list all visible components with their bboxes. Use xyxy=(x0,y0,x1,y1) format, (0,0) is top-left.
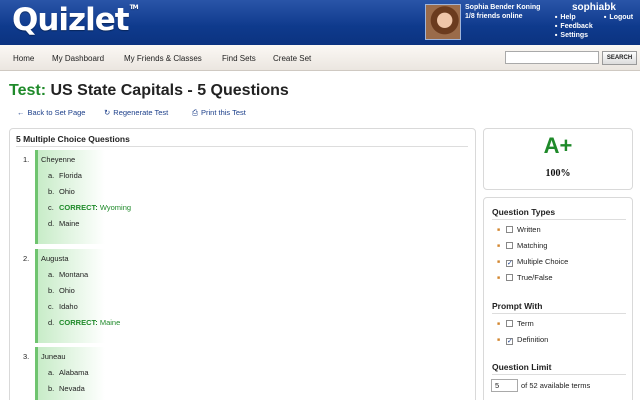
option-definition[interactable]: ■ ✓ Definition xyxy=(497,335,548,345)
logout-link[interactable]: Logout xyxy=(604,14,633,21)
checkbox-term[interactable] xyxy=(506,320,514,327)
answer-option[interactable]: d. Maine xyxy=(48,219,79,228)
nav-home[interactable]: Home xyxy=(13,54,34,63)
print-test-link[interactable]: ⎙ Print this Test xyxy=(192,108,246,118)
back-to-set-link[interactable]: ← Back to Set Page xyxy=(17,108,85,117)
checkbox-matching[interactable] xyxy=(506,242,514,249)
question-term: Augusta xyxy=(41,254,69,263)
page-title: Test: US State Capitals - 5 Questions xyxy=(9,82,289,99)
prompt-with-title: Prompt With xyxy=(492,301,543,311)
answer-option[interactable]: b. Nevada xyxy=(48,384,85,393)
nav-my-dashboard[interactable]: My Dashboard xyxy=(52,54,104,63)
nav-find-sets[interactable]: Find Sets xyxy=(222,54,256,63)
question-term: Cheyenne xyxy=(41,155,76,164)
question-limit-input[interactable]: 5 xyxy=(491,379,518,392)
refresh-icon: ↻ xyxy=(104,108,111,117)
answer-option[interactable]: a. Florida xyxy=(48,171,82,180)
quizlet-logo[interactable]: QuizletTM xyxy=(12,2,139,38)
nav-friends-classes[interactable]: My Friends & Classes xyxy=(124,54,202,63)
user-full-name[interactable]: Sophia Bender Koning xyxy=(465,4,540,11)
bullet-icon: ■ xyxy=(497,337,501,343)
option-written[interactable]: ■ Written xyxy=(497,225,541,234)
printer-icon: ⎙ xyxy=(192,108,198,117)
checkbox-true-false[interactable] xyxy=(506,274,514,281)
option-multiple-choice[interactable]: ■ ✓ Multiple Choice xyxy=(497,257,568,267)
question-limit-text: of 52 available terms xyxy=(521,381,591,390)
settings-link[interactable]: Settings xyxy=(555,32,588,39)
question-highlight xyxy=(35,150,105,244)
divider xyxy=(492,219,626,220)
search-input[interactable] xyxy=(505,51,599,64)
avatar[interactable] xyxy=(425,4,461,40)
bullet-icon: ■ xyxy=(497,275,501,281)
divider xyxy=(16,146,468,147)
checkbox-multiple-choice[interactable]: ✓ xyxy=(506,260,514,267)
grade-letter: A+ xyxy=(543,133,573,158)
answer-option[interactable]: a. Montana xyxy=(48,270,88,279)
question-number: 3. xyxy=(23,352,30,361)
divider xyxy=(492,374,626,375)
left-arrow-icon: ← xyxy=(17,108,25,117)
question-term: Juneau xyxy=(41,352,66,361)
question-types-title: Question Types xyxy=(492,207,556,217)
answer-option[interactable]: b. Ohio xyxy=(48,286,75,295)
checkbox-written[interactable] xyxy=(506,226,514,233)
question-number: 2. xyxy=(23,254,30,263)
grade-percent: 100% xyxy=(545,168,571,179)
answer-option-correct[interactable]: d. CORRECT: Maine xyxy=(48,318,120,327)
regenerate-test-link[interactable]: ↻ Regenerate Test xyxy=(104,108,168,117)
question-limit-title: Question Limit xyxy=(492,362,552,372)
bullet-icon: ■ xyxy=(497,243,501,249)
option-matching[interactable]: ■ Matching xyxy=(497,241,547,250)
answer-option[interactable]: c. Idaho xyxy=(48,302,78,311)
bullet-icon: ■ xyxy=(497,227,501,233)
section-title: 5 Multiple Choice Questions xyxy=(16,134,130,144)
feedback-link[interactable]: Feedback xyxy=(555,23,592,30)
divider xyxy=(492,313,626,314)
question-highlight xyxy=(35,249,105,343)
option-term[interactable]: ■ Term xyxy=(497,319,534,328)
answer-option[interactable]: a. Alabama xyxy=(48,368,89,377)
answer-option[interactable]: b. Ohio xyxy=(48,187,75,196)
bullet-icon: ■ xyxy=(497,321,501,327)
friends-online[interactable]: 1/8 friends online xyxy=(465,13,523,20)
question-number: 1. xyxy=(23,155,30,164)
checkbox-definition[interactable]: ✓ xyxy=(506,338,514,345)
username[interactable]: sophiabk xyxy=(572,2,616,13)
option-true-false[interactable]: ■ True/False xyxy=(497,273,553,282)
search-button[interactable]: SEARCH xyxy=(602,51,637,65)
nav-create-set[interactable]: Create Set xyxy=(273,54,311,63)
bullet-icon: ■ xyxy=(497,259,501,265)
help-link[interactable]: Help xyxy=(555,14,575,21)
answer-option-correct[interactable]: c. CORRECT: Wyoming xyxy=(48,203,131,212)
